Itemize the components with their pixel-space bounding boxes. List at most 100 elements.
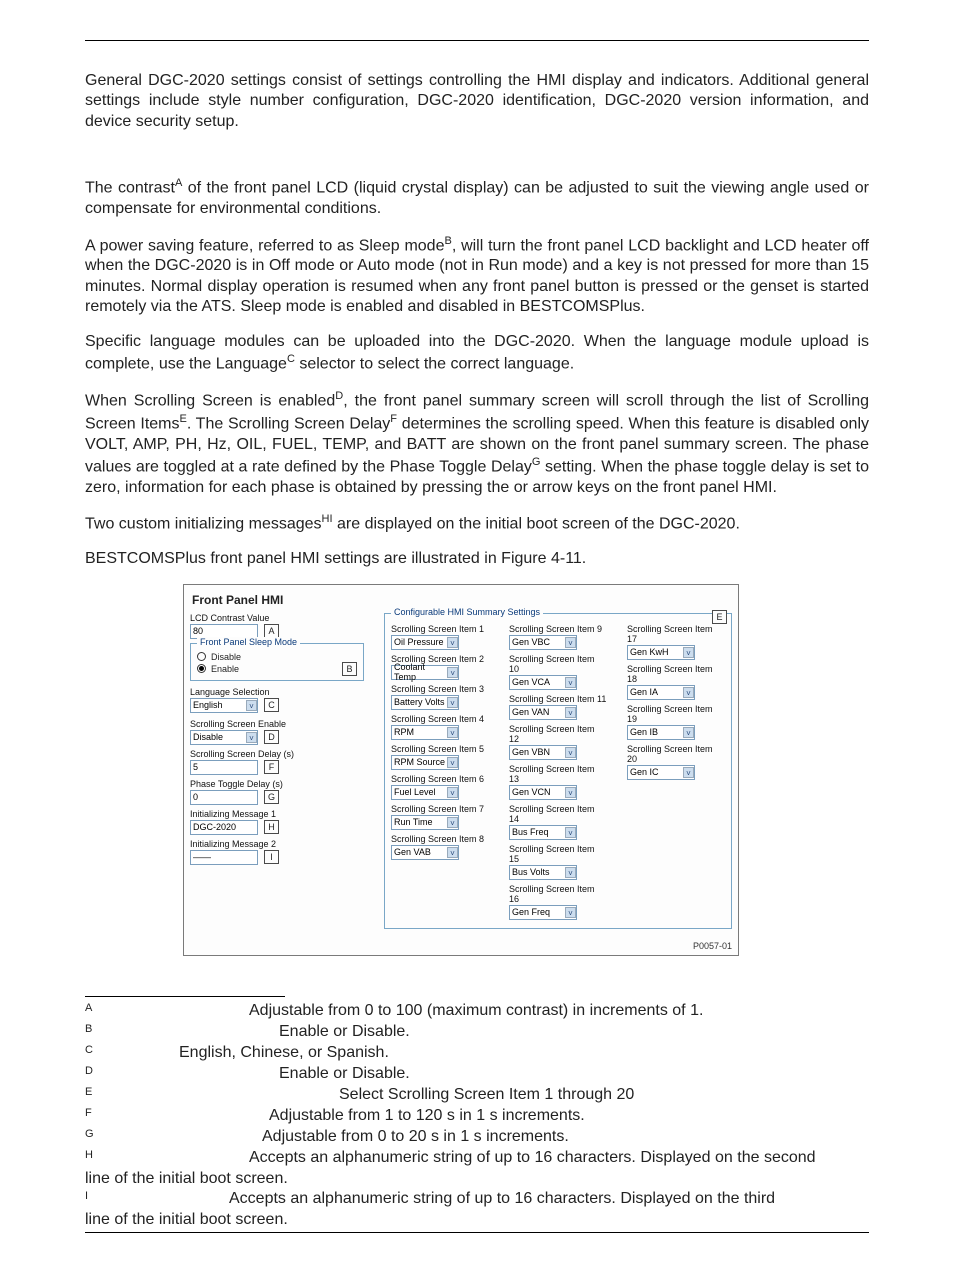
fn-ltr-E: E <box>85 1086 99 1100</box>
scroll-item-select[interactable]: Battery Volts˅ <box>391 695 459 710</box>
chevron-down-icon: ˅ <box>447 787 458 798</box>
letter-D: D <box>264 730 279 744</box>
fn-D: Enable or Disable. <box>279 1065 410 1082</box>
scroll-item-value: RPM <box>394 727 414 737</box>
scroll-item-select[interactable]: Gen IA ˅ <box>627 685 695 700</box>
chevron-down-icon: ˅ <box>683 687 694 698</box>
footnote-separator <box>85 996 285 997</box>
scroll-item-select[interactable]: RPM ˅ <box>391 725 459 740</box>
scroll-item-select[interactable]: Gen Freq˅ <box>509 905 577 920</box>
scroll-item-label: Scrolling Screen Item 20 <box>627 744 725 764</box>
scroll-item-value: Gen VBC <box>512 637 550 647</box>
scroll-item-label: Scrolling Screen Item 17 <box>627 624 725 644</box>
chevron-down-icon: ˅ <box>447 637 458 648</box>
letter-C: C <box>264 698 279 712</box>
scroll-delay-input[interactable] <box>190 760 258 775</box>
chevron-down-icon: ˅ <box>447 667 458 678</box>
fn-ltr-F: F <box>85 1107 99 1121</box>
fn-H-cont: line of the initial boot screen. <box>85 1169 869 1189</box>
init1-input[interactable] <box>190 820 258 835</box>
p2a: The contrast <box>85 180 175 197</box>
chevron-down-icon: ˅ <box>565 827 576 838</box>
scroll-item-value: Run Time <box>394 817 433 827</box>
chevron-down-icon: ˅ <box>447 847 458 858</box>
sleep-disable-radio[interactable] <box>197 652 206 661</box>
p2b: of the front panel LCD (liquid crystal d… <box>85 180 869 217</box>
fn-ltr-I: I <box>85 1190 99 1204</box>
sup-HI: HI <box>322 513 333 525</box>
summary-group: Configurable HMI Summary Settings E Scro… <box>384 613 732 929</box>
lang-select[interactable]: English ˅ <box>190 698 258 713</box>
fn-I: Accepts an alphanumeric string of up to … <box>229 1190 775 1207</box>
chevron-down-icon: ˅ <box>246 700 257 711</box>
summary-title: Configurable HMI Summary Settings <box>391 607 543 617</box>
scroll-item-label: Scrolling Screen Item 19 <box>627 704 725 724</box>
scroll-item-label: Scrolling Screen Item 15 <box>509 844 607 864</box>
fn-E: Select Scrolling Screen Item 1 through 2… <box>339 1086 634 1103</box>
scroll-item-value: Gen VBN <box>512 747 550 757</box>
p5a: When Scrolling Screen is enabled <box>85 392 335 409</box>
sup-F: F <box>390 413 397 425</box>
chevron-down-icon: ˅ <box>565 637 576 648</box>
letter-F: F <box>264 760 279 774</box>
fn-A: Adjustable from 0 to 100 (maximum contra… <box>249 1002 703 1019</box>
panel-title: Front Panel HMI <box>192 593 732 607</box>
scroll-item-select[interactable]: Gen IB˅ <box>627 725 695 740</box>
p6b: are displayed on the initial boot screen… <box>333 516 740 533</box>
chevron-down-icon: ˅ <box>683 727 694 738</box>
scroll-item-value: Gen IA <box>630 687 658 697</box>
fn-H: Accepts an alphanumeric string of up to … <box>249 1149 816 1166</box>
chevron-down-icon: ˅ <box>565 747 576 758</box>
scroll-item-select[interactable]: Gen VAN˅ <box>509 705 577 720</box>
scroll-item-select[interactable]: Gen VBC ˅ <box>509 635 577 650</box>
init2-input[interactable] <box>190 850 258 865</box>
scroll-item-label: Scrolling Screen Item 7 <box>391 804 489 814</box>
scroll-en-value: Disable <box>193 732 223 742</box>
scroll-item-select[interactable]: Gen KwH˅ <box>627 645 695 660</box>
letter-E: E <box>712 610 727 624</box>
scroll-item-select[interactable]: Bus Volts ˅ <box>509 865 577 880</box>
scroll-item-select[interactable]: Gen IC˅ <box>627 765 695 780</box>
top-rule <box>85 40 869 41</box>
sup-E: E <box>180 413 187 425</box>
chevron-down-icon: ˅ <box>565 867 576 878</box>
scroll-item-select[interactable]: Gen VCN˅ <box>509 785 577 800</box>
scroll-item-select[interactable]: Run Time ˅ <box>391 815 459 830</box>
fn-I-cont: line of the initial boot screen. <box>85 1210 869 1230</box>
p5c: . The Scrolling Screen Delay <box>187 415 390 432</box>
scroll-item-label: Scrolling Screen Item 13 <box>509 764 607 784</box>
letter-H: H <box>264 820 279 834</box>
sup-B: B <box>444 235 451 247</box>
phase-input[interactable] <box>190 790 258 805</box>
scroll-item-select[interactable]: Oil Pressure˅ <box>391 635 459 650</box>
scroll-item-value: RPM Source <box>394 757 445 767</box>
intro-p1: General DGC-2020 settings consist of set… <box>85 71 869 132</box>
bottom-rule <box>85 1232 869 1233</box>
chevron-down-icon: ˅ <box>447 727 458 738</box>
fn-ltr-B: B <box>85 1023 99 1037</box>
scroll-item-label: Scrolling Screen Item 14 <box>509 804 607 824</box>
scroll-item-select[interactable]: Coolant Temp˅ <box>391 665 459 680</box>
fn-ltr-D: D <box>85 1065 99 1079</box>
scroll-item-select[interactable]: RPM Source˅ <box>391 755 459 770</box>
scroll-item-select[interactable]: Gen VBN ˅ <box>509 745 577 760</box>
panel-left-column: LCD Contrast Value A Front Panel Sleep M… <box>190 613 364 935</box>
scroll-item-select[interactable]: Bus Freq˅ <box>509 825 577 840</box>
scroll-item-select[interactable]: Gen VCA˅ <box>509 675 577 690</box>
chevron-down-icon: ˅ <box>565 907 576 918</box>
scroll-item-value: Bus Volts <box>512 867 550 877</box>
chevron-down-icon: ˅ <box>683 767 694 778</box>
chevron-down-icon: ˅ <box>683 647 694 658</box>
chevron-down-icon: ˅ <box>447 817 458 828</box>
sleep-enable-radio[interactable] <box>197 664 206 673</box>
chevron-down-icon: ˅ <box>246 732 257 743</box>
fn-G: Adjustable from 0 to 20 s in 1 s increme… <box>262 1128 569 1145</box>
scroll-item-select[interactable]: Fuel Level˅ <box>391 785 459 800</box>
scroll-item-label: Scrolling Screen Item 8 <box>391 834 489 844</box>
scroll-en-select[interactable]: Disable ˅ <box>190 730 258 745</box>
chevron-down-icon: ˅ <box>565 787 576 798</box>
contrast-label: LCD Contrast Value <box>190 613 364 623</box>
intro-p3: A power saving feature, referred to as S… <box>85 234 869 318</box>
scroll-item-select[interactable]: Gen VAB˅ <box>391 845 459 860</box>
scroll-item-value: Oil Pressure <box>394 637 444 647</box>
